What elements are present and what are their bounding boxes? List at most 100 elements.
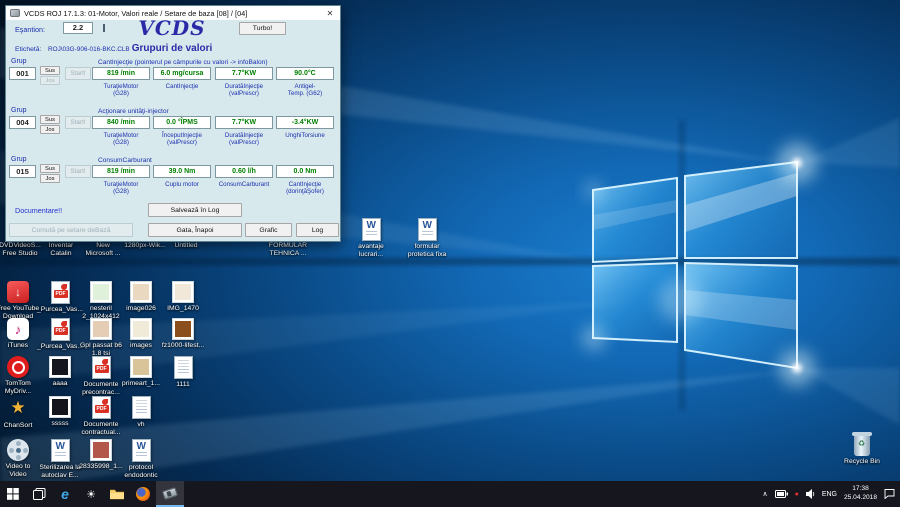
folder-icon	[110, 489, 124, 500]
image-icon	[49, 396, 71, 418]
action-center-icon[interactable]	[884, 489, 895, 499]
group-number-input[interactable]: 004	[9, 116, 36, 129]
turbo-button[interactable]: Turbo!	[239, 22, 286, 35]
desktop-icon[interactable]: FORMULAR TEHNICA ...	[262, 242, 314, 258]
desktop-icon-label: Untitled	[160, 242, 212, 250]
start-button[interactable]: Start!	[65, 116, 91, 129]
close-icon[interactable]: ✕	[324, 7, 336, 19]
recording-tray-icon[interactable]: ●	[795, 491, 799, 498]
vcds-taskbar-button[interactable]	[156, 481, 184, 507]
vcds-window: VCDS ROJ 17.1.3: 01-Motor, Valori reale …	[5, 5, 341, 242]
value-field[interactable]: 39.0 Nm	[153, 165, 211, 178]
value-caption: CantInjecţie	[150, 83, 214, 90]
word-icon	[362, 218, 381, 241]
battery-icon[interactable]	[775, 490, 788, 498]
image-icon	[172, 318, 194, 340]
value-field[interactable]: -3.4°KW	[276, 116, 334, 129]
group-number-input[interactable]: 001	[9, 67, 36, 80]
desktop-icon[interactable]: protocol endodontic	[115, 439, 167, 480]
eticheta-label: Etichetă:	[15, 46, 41, 53]
log-button[interactable]: Log	[296, 223, 339, 237]
image-icon	[90, 281, 112, 303]
documentare-link[interactable]: Documentare!!	[15, 206, 62, 215]
language-indicator[interactable]: ENG	[822, 491, 837, 498]
pdf-icon	[51, 318, 70, 341]
sus-button[interactable]: Sus	[40, 164, 60, 173]
image-icon	[172, 281, 194, 303]
graph-button[interactable]: Grafic	[245, 223, 292, 237]
sample-label: Eşantion:	[15, 25, 45, 34]
file-explorer-button[interactable]	[104, 481, 130, 507]
recycle-icon	[854, 435, 870, 456]
word-icon	[418, 218, 437, 241]
sus-button[interactable]: Sus	[40, 66, 60, 75]
save-log-button[interactable]: Salvează în Log	[148, 203, 242, 217]
grup-label: Grup	[11, 156, 27, 163]
desktop-icon[interactable]: 1111	[157, 356, 209, 389]
value-field[interactable]: 6.0 mg/cursa	[153, 67, 211, 80]
desktop-icon[interactable]: vh	[115, 396, 167, 429]
value-field[interactable]: 90.0°C	[276, 67, 334, 80]
measuring-group-2: Grup Acţionare unităţi-injector 004 Sus …	[6, 107, 340, 155]
tray-chevron-icon[interactable]: ∧	[762, 490, 767, 498]
sample-slider[interactable]	[103, 24, 105, 32]
clock[interactable]: 17:38 25.04.2018	[844, 485, 877, 503]
app-download-icon	[7, 281, 29, 303]
vcds-dongle-icon	[162, 487, 178, 500]
desktop-icon[interactable]: IMG_1470	[157, 281, 209, 313]
value-field[interactable]: 0.0 Nm	[276, 165, 334, 178]
desktop-icon[interactable]: Untitled	[160, 242, 212, 250]
windows-logo-icon	[7, 488, 19, 500]
edge-button[interactable]: e	[52, 481, 78, 507]
desktop-icon-label: 1111	[157, 381, 209, 389]
vcds-app-icon	[10, 9, 20, 17]
jos-button[interactable]: Jos	[40, 125, 60, 134]
sample-input[interactable]: 2.2	[63, 22, 93, 34]
value-field[interactable]: 819 /min	[92, 165, 150, 178]
value-caption: CantInjecţie (dorinţăŞofer)	[273, 181, 337, 195]
speaker-icon[interactable]	[806, 489, 815, 499]
value-caption: DuratăInjecţie (valPrescr)	[212, 83, 276, 97]
taskbar: e ☀ ∧ ● ENG 17:38 25.04.2018	[0, 481, 900, 507]
measuring-group-1: Grup CantInjecţie (pointerul pe câmpuril…	[6, 58, 340, 106]
firefox-button[interactable]	[130, 481, 156, 507]
word-icon	[132, 439, 151, 462]
sus-button[interactable]: Sus	[40, 115, 60, 124]
value-field[interactable]: 7.7°KW	[215, 67, 273, 80]
group-number-input[interactable]: 015	[9, 165, 36, 178]
value-field[interactable]: 840 /min	[92, 116, 150, 129]
desktop: DVDVideoS... Free StudioInventar Catalin…	[0, 0, 900, 507]
start-button[interactable]: Start!	[65, 165, 91, 178]
clock-time: 17:38	[844, 485, 877, 494]
desktop-icon[interactable]: avantaje lucrari...	[345, 218, 397, 259]
task-view-icon	[33, 488, 46, 500]
measuring-group-3: Grup ConsumCarburant 015 Sus Jos Start! …	[6, 156, 340, 204]
start-button[interactable]	[0, 481, 26, 507]
start-button[interactable]: Start!	[65, 67, 91, 80]
image-icon	[90, 318, 112, 340]
pdf-icon	[92, 356, 111, 379]
image-icon	[49, 356, 71, 378]
group-header: Acţionare unităţi-injector	[98, 108, 169, 115]
desktop-icon[interactable]: fz1000-lifest...	[157, 318, 209, 350]
desktop-icon-label: protocol endodontic	[115, 464, 167, 480]
desktop-icon[interactable]: Recycle Bin	[836, 435, 888, 466]
sun-app-button[interactable]: ☀	[78, 481, 104, 507]
jos-button[interactable]: Jos	[40, 174, 60, 183]
value-caption: UnghiTorsiune	[273, 132, 337, 139]
doc-icon	[174, 356, 193, 379]
jos-button[interactable]: Jos	[40, 76, 60, 85]
desktop-icon-label: formular protetica fixa	[401, 243, 453, 259]
value-field[interactable]: 819 /min	[92, 67, 150, 80]
value-field[interactable]: 0.0 °ÎPMS	[153, 116, 211, 129]
system-tray: ∧ ● ENG 17:38 25.04.2018	[762, 481, 900, 507]
value-caption: Cuplu motor	[150, 181, 214, 188]
grup-label: Grup	[11, 58, 27, 65]
value-field[interactable]: 7.7°KW	[215, 116, 273, 129]
done-back-button[interactable]: Gata, Înapoi	[148, 223, 242, 237]
switch-basic-settings-button[interactable]: Comută pe setare deBază	[9, 223, 133, 237]
group-header: CantInjecţie (pointerul pe câmpurile cu …	[98, 59, 268, 66]
value-field[interactable]: 0.60 l/h	[215, 165, 273, 178]
task-view-button[interactable]	[26, 481, 52, 507]
desktop-icon[interactable]: formular protetica fixa	[401, 218, 453, 259]
